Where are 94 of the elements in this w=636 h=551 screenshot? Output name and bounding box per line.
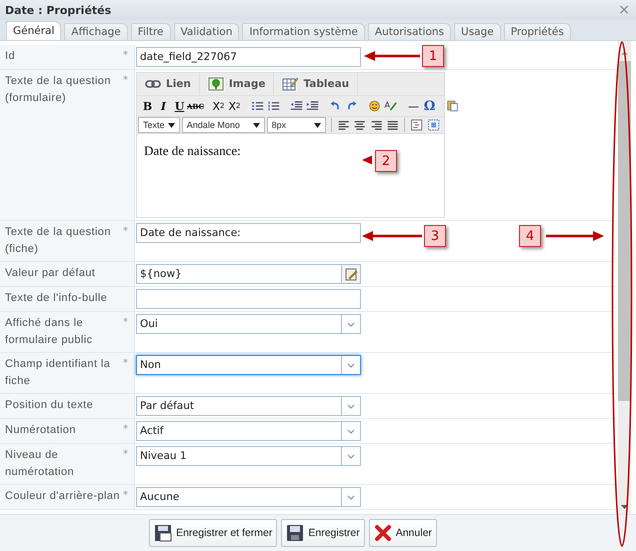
window-title: Date : Propriétés: [5, 4, 112, 16]
triangle-down-icon: [314, 122, 321, 128]
select-all-icon: [426, 118, 440, 132]
scroll-down-icon[interactable]: [621, 505, 628, 509]
field-label: Texte de la question (fiche): [4, 225, 112, 257]
field-label: Numérotation: [4, 423, 77, 438]
symbol-button[interactable]: Ω: [422, 98, 437, 114]
required-mark: *: [123, 358, 128, 369]
tab[interactable]: Validation: [174, 23, 240, 40]
field-label: Texte de l'info-bulle: [4, 291, 108, 306]
tab[interactable]: Usage: [454, 23, 501, 40]
required-mark: *: [123, 50, 128, 61]
script-button[interactable]: X$^{2}$: [227, 98, 242, 114]
indent-icon: [306, 99, 319, 113]
field-label: Affiché dans le formulaire public: [4, 316, 94, 348]
text-field[interactable]: ${now}: [136, 264, 361, 284]
tab[interactable]: Filtre: [130, 23, 170, 40]
required-mark: *: [123, 490, 128, 501]
tab[interactable]: Général: [6, 21, 62, 40]
symbol-button[interactable]: —: [406, 98, 421, 114]
spellcheck-icon: [384, 99, 397, 113]
field-label: Couleur d'arrière-plan: [4, 489, 121, 504]
dropdown-field[interactable]: Non: [136, 355, 361, 375]
triangle-down-icon: [168, 122, 175, 128]
callout-arrow: [362, 154, 372, 166]
field-label: Champ identifiant la fiche: [4, 357, 112, 389]
callout-arrow: [364, 50, 420, 62]
clipboard-icon: [446, 99, 459, 113]
format-button[interactable]: U: [172, 98, 187, 114]
field-label: Niveau de numérotation: [4, 448, 76, 480]
required-mark: *: [123, 424, 128, 435]
smiley-icon: [368, 99, 381, 113]
dropdown-field[interactable]: Oui: [136, 314, 361, 334]
required-mark: *: [123, 226, 128, 237]
field-label: Texte de la question (formulaire): [4, 74, 112, 106]
paste-button[interactable]: [445, 98, 460, 114]
field-label: Position du texte: [4, 398, 94, 413]
save-close-button[interactable]: Enregistrer et fermer: [149, 519, 278, 547]
format-button[interactable]: I: [156, 98, 171, 114]
tab[interactable]: Propriétés: [504, 23, 571, 40]
required-mark: *: [123, 75, 128, 86]
scrollbar-thumb[interactable]: [618, 61, 631, 401]
dropdown-field[interactable]: Par défaut: [136, 396, 361, 416]
chevron-down-icon: [347, 428, 355, 434]
save-button[interactable]: Enregistrer: [281, 519, 365, 547]
text-field[interactable]: Date de naissance:: [136, 223, 361, 243]
floppy-window-icon: [154, 524, 172, 542]
chain-link-icon: [145, 79, 161, 89]
chevron-down-icon: [347, 322, 355, 326]
editor-dropdown[interactable]: Texte: [138, 117, 180, 133]
align-center-icon: [353, 118, 367, 132]
scroll-up-icon[interactable]: [621, 51, 628, 55]
cancel-button[interactable]: Annuler: [368, 519, 437, 547]
select-all-button[interactable]: [426, 117, 442, 133]
field-label: Id: [4, 49, 16, 64]
required-mark: *: [123, 317, 128, 328]
align-right-icon: [370, 118, 383, 132]
text-field[interactable]: date_field_227067: [136, 47, 361, 67]
required-mark: *: [123, 449, 128, 460]
chevron-down-icon: [347, 454, 355, 458]
cross-icon: [374, 524, 392, 542]
notepad-pencil-icon[interactable]: [344, 268, 358, 280]
emoticon-button[interactable]: [367, 98, 382, 114]
callout-number: 4: [519, 225, 541, 247]
editor-dropdown[interactable]: Andale Mono: [182, 117, 265, 133]
table-pencil-icon: [282, 77, 298, 91]
justify-icon: [386, 118, 400, 132]
callout-arrow: [362, 230, 422, 242]
numbered-list-icon: [267, 99, 280, 113]
chevron-down-icon: [347, 494, 355, 500]
text-field[interactable]: [136, 289, 361, 309]
field-label: Valeur par défaut: [4, 266, 96, 281]
format-button[interactable]: B: [140, 98, 155, 114]
chevron-down-icon: [347, 362, 355, 368]
chevron-down-icon: [347, 404, 355, 408]
callout-arrow: [546, 230, 604, 242]
template-button[interactable]: [409, 117, 425, 133]
tab[interactable]: Affichage: [64, 23, 128, 40]
tab[interactable]: Autorisations: [368, 23, 452, 40]
scrollbar[interactable]: [618, 41, 631, 515]
triangle-down-icon: [252, 122, 260, 128]
outdent-icon: [290, 99, 303, 113]
dropdown-field[interactable]: Niveau 1: [136, 446, 361, 466]
callout-number: 1: [422, 45, 444, 67]
tree-picture-icon: [208, 77, 224, 91]
document-lines-icon: [410, 118, 424, 132]
align-left-icon: [336, 118, 350, 132]
editor-dropdown[interactable]: 8px: [266, 117, 326, 133]
callout-number: 3: [424, 225, 446, 247]
dropdown-field[interactable]: Aucune: [136, 487, 361, 507]
callout-number: 2: [375, 150, 397, 172]
dropdown-field[interactable]: Actif: [136, 421, 361, 441]
tab[interactable]: Information système: [242, 23, 365, 40]
bullet-list-icon: [251, 99, 264, 113]
